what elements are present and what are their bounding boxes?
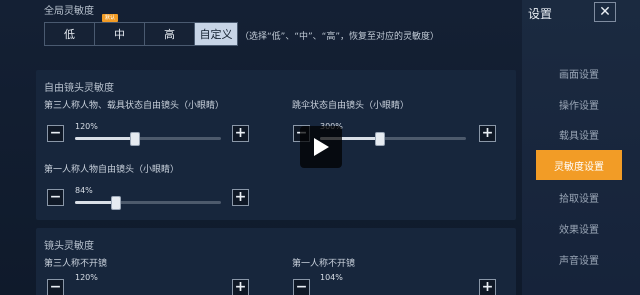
first-person-increase-button[interactable]: + [232, 189, 249, 206]
menu-item-controls[interactable]: 操作设置 [538, 91, 620, 117]
first-person-free-look-value: 84% [75, 186, 93, 195]
first-person-no-scope-value: 104% [320, 273, 343, 282]
first-person-slider-knob[interactable] [111, 196, 121, 210]
first-person-slider-track[interactable] [75, 201, 221, 204]
menu-item-sensitivity[interactable]: 灵敏度设置 [536, 150, 622, 180]
play-icon [314, 138, 329, 156]
menu-item-display[interactable]: 画面设置 [538, 60, 620, 86]
parachute-increase-button[interactable]: + [479, 125, 496, 142]
first-person-no-scope-decrease-button[interactable]: − [293, 279, 310, 295]
camera-sensitivity-card [36, 228, 516, 295]
first-person-slider-fill [75, 201, 116, 204]
camera-sensitivity-title: 镜头灵敏度 [44, 241, 94, 252]
third-person-free-look-value: 120% [75, 122, 98, 131]
first-person-decrease-button[interactable]: − [47, 189, 64, 206]
third-person-slider-fill [75, 137, 135, 140]
global-sensitivity-selector: 低 默认 中 高 自定义 [44, 14, 238, 46]
third-person-slider-track[interactable] [75, 137, 221, 140]
close-icon[interactable]: ✕ [594, 2, 616, 22]
third-person-increase-button[interactable]: + [232, 125, 249, 142]
first-person-no-scope-label: 第一人称不开镜 [292, 259, 356, 269]
third-person-free-look-label: 第三人称人物、载具状态自由镜头（小眼睛） [44, 101, 225, 111]
play-button[interactable] [300, 126, 342, 168]
menu-item-effects[interactable]: 效果设置 [538, 215, 620, 241]
option-medium-label: 中 [114, 28, 125, 41]
global-sensitivity-title: 全局灵敏度 [44, 6, 94, 17]
menu-item-pickup[interactable]: 拾取设置 [538, 184, 620, 210]
preset-hint: （选择“低”、“中”、“高”，恢复至对应的灵敏度） [240, 32, 439, 42]
menu-item-sound[interactable]: 声音设置 [538, 246, 620, 272]
parachute-free-look-label: 跳伞状态自由镜头（小眼睛） [292, 101, 410, 111]
third-person-no-scope-label: 第三人称不开镜 [44, 259, 108, 269]
option-custom[interactable]: 自定义 [194, 22, 238, 46]
sensitivity-panel: 全局灵敏度 低 默认 中 高 自定义 （选择“低”、“中”、“高”，恢复至对应的… [0, 0, 522, 295]
option-low[interactable]: 低 [44, 22, 95, 46]
third-person-no-scope-decrease-button[interactable]: − [47, 279, 64, 295]
settings-screen: 全局灵敏度 低 默认 中 高 自定义 （选择“低”、“中”、“高”，恢复至对应的… [0, 0, 640, 295]
third-person-decrease-button[interactable]: − [47, 125, 64, 142]
third-person-slider-knob[interactable] [130, 132, 140, 146]
first-person-no-scope-increase-button[interactable]: + [479, 279, 496, 295]
menu-item-vehicle[interactable]: 载具设置 [538, 121, 620, 147]
free-look-title: 自由镜头灵敏度 [44, 83, 114, 94]
default-badge: 默认 [102, 14, 119, 22]
third-person-no-scope-increase-button[interactable]: + [232, 279, 249, 295]
option-medium[interactable]: 默认 中 [94, 14, 145, 46]
third-person-no-scope-value: 120% [75, 273, 98, 282]
parachute-slider-knob[interactable] [375, 132, 385, 146]
menu-title: 设置 [528, 7, 553, 21]
settings-menu: 设置 ✕ 画面设置 操作设置 载具设置 灵敏度设置 拾取设置 效果设置 声音设置 [522, 0, 640, 295]
first-person-free-look-label: 第一人称人物自由镜头（小眼睛） [44, 165, 180, 175]
option-high[interactable]: 高 [144, 22, 195, 46]
